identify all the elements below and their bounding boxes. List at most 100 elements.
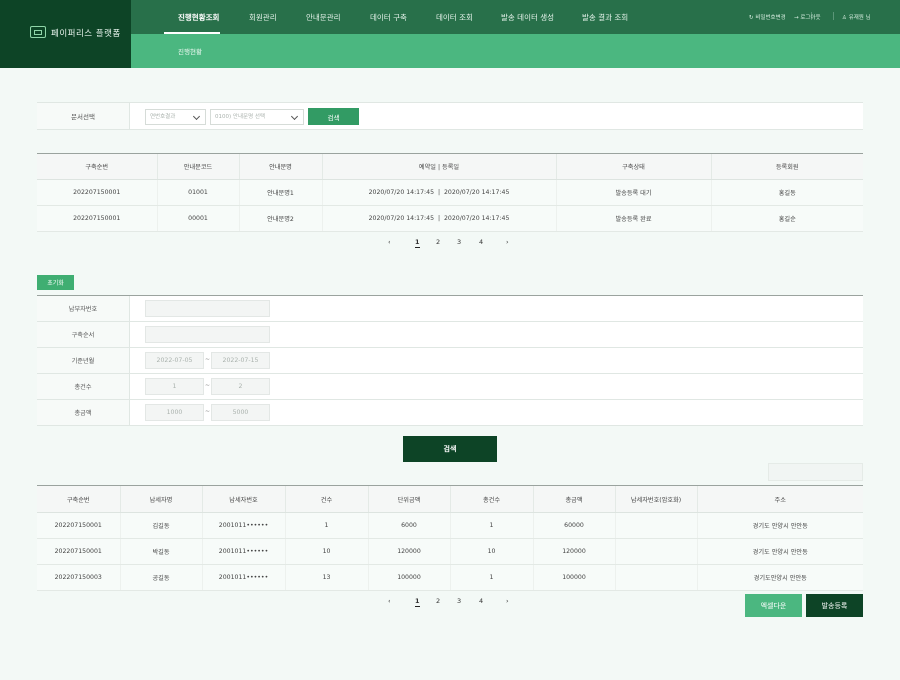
- table-cell: 1: [284, 512, 368, 539]
- table-cell: 202207150001: [37, 538, 120, 565]
- column-header: 등록회원: [710, 153, 863, 180]
- table-cell: 경기도 안양시 안안동: [696, 512, 863, 539]
- reset-button[interactable]: 초기화: [37, 275, 74, 290]
- column-header: 납세자번호(암호화): [614, 485, 697, 513]
- table-row[interactable]: 202207150001 00001 안내문명2 2020/07/20 14:1…: [37, 205, 863, 232]
- table-cell: 13: [284, 564, 368, 591]
- progress-table: 구축순번 안내문코드 안내문명 예약일 | 등록일 구축상태 등록회원 2022…: [37, 153, 863, 232]
- field-label: 기준년월: [37, 348, 130, 373]
- page-1[interactable]: 1: [415, 597, 420, 607]
- logout-link[interactable]: → 로그아웃: [794, 13, 821, 21]
- chevron-down-icon: [192, 112, 201, 121]
- table-cell: 01001: [156, 179, 239, 206]
- nav-members[interactable]: 회원관리: [249, 12, 277, 23]
- form-row-base-month: 기준년월 2022-07-05 ~ 2022-07-15: [37, 348, 863, 374]
- nav-data-build[interactable]: 데이터 구축: [370, 12, 407, 23]
- filter-label: 문서선택: [37, 103, 130, 129]
- table-row[interactable]: 202207150001 01001 안내문명1 2020/07/20 14:1…: [37, 179, 863, 206]
- table-cell: 경기도안양시 안안동: [696, 564, 863, 591]
- range-separator: ~: [205, 356, 211, 363]
- page-3[interactable]: 3: [457, 238, 461, 246]
- page-2[interactable]: 2: [436, 597, 440, 605]
- table-row[interactable]: 202207150001 박길동 2001011•••••• 10 120000…: [37, 538, 863, 565]
- column-header: 안내문명: [238, 153, 322, 180]
- table-row[interactable]: 202207150003 공길동 2001011•••••• 13 100000…: [37, 564, 863, 591]
- table-cell: 10: [449, 538, 533, 565]
- nav-notices[interactable]: 안내문관리: [306, 12, 341, 23]
- filter-search-button[interactable]: 검색: [308, 108, 359, 125]
- table-cell: 202207150001: [37, 512, 120, 539]
- table-cell: 1: [449, 564, 533, 591]
- field-label: 총건수: [37, 374, 130, 399]
- nav-data-query[interactable]: 데이터 조회: [436, 12, 473, 23]
- next-page-icon[interactable]: ›: [506, 238, 509, 246]
- notice-select[interactable]: 0100) 안내문명 선택: [210, 109, 304, 125]
- total-amount-to-input[interactable]: 5000: [211, 404, 270, 421]
- table-cell: 발송등록 완료: [555, 205, 711, 232]
- blank-box: [768, 463, 863, 481]
- send-register-button[interactable]: 발송등록: [806, 594, 863, 617]
- table-cell: 2001011••••••: [201, 538, 285, 565]
- table-cell: 100000: [367, 564, 450, 591]
- table-cell: 2020/07/20 14:17:45 | 2020/07/20 14:17:4…: [321, 179, 556, 206]
- column-header: 총금액: [532, 485, 615, 513]
- table-cell: 2020/07/20 14:17:45 | 2020/07/20 14:17:4…: [321, 205, 556, 232]
- table-cell: [614, 538, 697, 565]
- table-cell: 00001: [156, 205, 239, 232]
- search-button[interactable]: 검색: [403, 436, 497, 462]
- total-count-from-input[interactable]: 1: [145, 378, 204, 395]
- build-order-input[interactable]: [145, 326, 270, 343]
- table-cell: 박길동: [119, 538, 202, 565]
- table-cell: 홍길동: [710, 179, 863, 206]
- table-cell: 60000: [532, 512, 615, 539]
- page-4[interactable]: 4: [479, 238, 483, 246]
- column-header: 단위금액: [367, 485, 450, 513]
- total-count-to-input[interactable]: 2: [211, 378, 270, 395]
- table-cell: 안내문명2: [238, 205, 322, 232]
- page-2[interactable]: 2: [436, 238, 440, 246]
- range-separator: ~: [205, 408, 211, 415]
- user-icon: ♙: [842, 15, 849, 21]
- result-select[interactable]: 연번호결과: [145, 109, 206, 125]
- column-header: 총건수: [449, 485, 533, 513]
- chevron-down-icon: [290, 112, 299, 121]
- page-3[interactable]: 3: [457, 597, 461, 605]
- prev-page-icon[interactable]: ‹: [388, 597, 391, 605]
- excel-download-button[interactable]: 엑셀다운: [745, 594, 802, 617]
- table-cell: [614, 512, 697, 539]
- form-row-total-count: 총건수 1 ~ 2: [37, 374, 863, 400]
- page-4[interactable]: 4: [479, 597, 483, 605]
- table-cell: 202207150001: [37, 179, 157, 206]
- util-divider: [833, 12, 834, 20]
- table-cell: 120000: [367, 538, 450, 565]
- base-month-to-input[interactable]: 2022-07-15: [211, 352, 270, 369]
- prev-page-icon[interactable]: ‹: [388, 238, 391, 246]
- table-cell: 120000: [532, 538, 615, 565]
- table-row[interactable]: 202207150001 김길동 2001011•••••• 1 6000 1 …: [37, 512, 863, 539]
- table-cell: 1: [449, 512, 533, 539]
- table-cell: 2001011••••••: [201, 512, 285, 539]
- field-label: 구축순서: [37, 322, 130, 347]
- nav-send-result[interactable]: 발송 결과 조회: [582, 12, 628, 23]
- taxpayer-no-input[interactable]: [145, 300, 270, 317]
- form-row-build-order: 구축순서: [37, 322, 863, 348]
- nav-progress[interactable]: 진행현황조회: [178, 12, 219, 23]
- password-change-link[interactable]: ↻ 비밀번호변경: [749, 13, 786, 21]
- subnav-progress[interactable]: 진행현황: [178, 46, 202, 56]
- total-amount-from-input[interactable]: 1000: [145, 404, 204, 421]
- table-cell: 2001011••••••: [201, 564, 285, 591]
- form-row-total-amount: 총금액 1000 ~ 5000: [37, 400, 863, 426]
- document-filter-bar: 문서선택 연번호결과 0100) 안내문명 선택 검색: [37, 102, 863, 130]
- column-header: 구축순번: [37, 485, 120, 513]
- pagination-bottom: ‹ 1 2 3 4 ›: [386, 597, 516, 611]
- table-cell: 발송등록 대기: [555, 179, 711, 206]
- table-cell: [614, 564, 697, 591]
- user-name[interactable]: ♙ 유재원 님: [842, 13, 871, 21]
- base-month-from-input[interactable]: 2022-07-05: [145, 352, 204, 369]
- next-page-icon[interactable]: ›: [506, 597, 509, 605]
- nav-send-data[interactable]: 발송 데이터 생성: [501, 12, 554, 23]
- page-1[interactable]: 1: [415, 238, 420, 248]
- search-form: 납부자번호 구축순서 기준년월 2022-07-05 ~ 2022-07-15 …: [37, 295, 863, 426]
- field-label: 납부자번호: [37, 296, 130, 321]
- field-label: 총금액: [37, 400, 130, 425]
